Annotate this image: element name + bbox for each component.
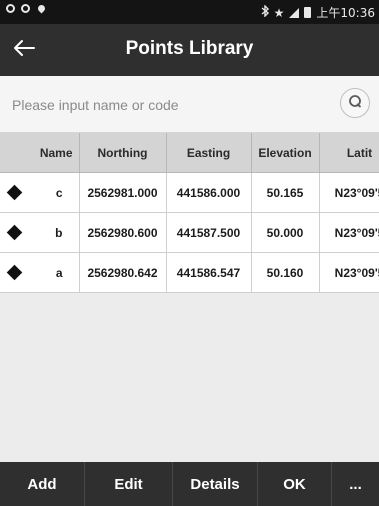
search-input[interactable] [12,94,312,116]
app-bar: Points Library [0,24,379,76]
column-header-name[interactable]: Name [0,133,80,173]
search-bar [0,76,379,133]
cell-name: a [0,252,80,293]
location-pin-icon [36,3,47,14]
ring-icon [21,4,30,13]
signal-icon [289,7,300,18]
edit-button[interactable]: Edit [85,462,173,506]
star-icon: ★ [273,5,285,20]
point-name: a [55,265,63,280]
points-library-screen: ★ 上午10:36 Points Library Please input na… [0,0,379,506]
column-header-latitude[interactable]: Latit [319,133,379,173]
point-name: b [55,225,63,240]
page-title: Points Library [125,38,254,59]
point-name: c [55,185,63,200]
table-header-row: Name Northing Easting Elevation Latit [0,133,379,173]
table-row[interactable]: a 2562980.642 441586.547 50.160 N23°09'5 [0,252,379,293]
search-icon [347,93,363,114]
ok-button[interactable]: OK [258,462,332,506]
points-table: Name Northing Easting Elevation Latit c … [0,133,379,293]
battery-icon [304,7,312,18]
cell-easting: 441586.000 [166,172,252,213]
cell-elevation: 50.160 [251,252,320,293]
column-header-easting[interactable]: Easting [166,133,252,173]
cell-name: c [0,172,80,213]
cell-northing: 2562980.642 [79,252,167,293]
add-button[interactable]: Add [0,462,85,506]
cell-easting: 441587.500 [166,212,252,253]
status-bar: ★ 上午10:36 [0,0,379,24]
diamond-icon [6,224,23,241]
details-button[interactable]: Details [173,462,258,506]
table-row[interactable]: c 2562981.000 441586.000 50.165 N23°09'5 [0,172,379,213]
cell-northing: 2562981.000 [79,172,167,213]
diamond-icon [6,184,23,201]
cell-latitude: N23°09'5 [319,252,379,293]
status-time: 上午10:36 [316,6,375,20]
cell-northing: 2562980.600 [79,212,167,253]
more-button[interactable]: ... [332,462,379,506]
search-button[interactable] [340,88,370,118]
bottom-toolbar: Add Edit Details OK ... [0,462,379,506]
status-bar-right: ★ 上午10:36 [261,4,375,21]
ring-icon [6,4,15,13]
cell-latitude: N23°09'5 [319,212,379,253]
diamond-icon [6,264,23,281]
cell-name: b [0,212,80,253]
column-header-elevation[interactable]: Elevation [251,133,320,173]
column-header-northing[interactable]: Northing [79,133,167,173]
table-row[interactable]: b 2562980.600 441587.500 50.000 N23°09'5 [0,212,379,253]
cell-elevation: 50.165 [251,172,320,213]
cell-elevation: 50.000 [251,212,320,253]
cell-latitude: N23°09'5 [319,172,379,213]
status-bar-left [6,3,47,14]
bluetooth-icon [261,4,269,20]
cell-easting: 441586.547 [166,252,252,293]
points-table-container[interactable]: Name Northing Easting Elevation Latit c … [0,133,379,462]
